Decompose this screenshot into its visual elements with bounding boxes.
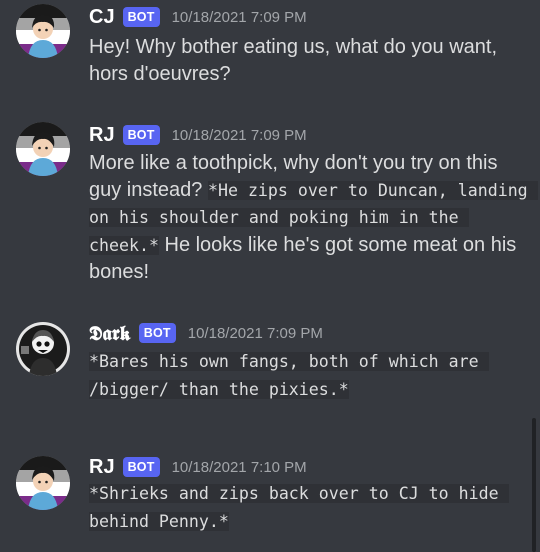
timestamp[interactable]: 10/18/2021 7:09 PM [172, 9, 307, 26]
inline-code: *Shrieks and zips back over to CJ to hid… [89, 484, 509, 531]
message-header: RJ BOT 10/18/2021 7:09 PM [89, 120, 307, 150]
avatar-rj[interactable] [16, 122, 70, 176]
inline-code: *Bares his own fangs, both of which are … [89, 352, 489, 399]
avatar-dark[interactable] [16, 322, 70, 376]
avatar-cj[interactable] [16, 4, 70, 58]
message-header: RJ BOT 10/18/2021 7:10 PM [89, 452, 307, 482]
avatar-rj[interactable] [16, 456, 70, 510]
message-text: Hey! Why bother eating us, what do you w… [89, 36, 503, 85]
username[interactable]: 𝕯𝖆𝖗𝖐 [89, 321, 131, 345]
timestamp[interactable]: 10/18/2021 7:09 PM [188, 325, 323, 342]
scrollbar[interactable] [532, 418, 536, 552]
message-header: CJ BOT 10/18/2021 7:09 PM [89, 2, 307, 32]
timestamp[interactable]: 10/18/2021 7:10 PM [172, 459, 307, 476]
message-content: More like a toothpick, why don't you try… [89, 150, 538, 286]
message-content: *Shrieks and zips back over to CJ to hid… [89, 480, 529, 535]
bot-badge: BOT [138, 323, 176, 343]
bot-badge: BOT [122, 7, 160, 27]
timestamp[interactable]: 10/18/2021 7:09 PM [172, 127, 307, 144]
bot-badge: BOT [122, 125, 160, 145]
bot-badge: BOT [122, 457, 160, 477]
username[interactable]: CJ [89, 6, 115, 29]
username[interactable]: RJ [89, 124, 115, 147]
message-content: Hey! Why bother eating us, what do you w… [89, 34, 529, 87]
username[interactable]: RJ [89, 456, 115, 479]
message-header: 𝕯𝖆𝖗𝖐 BOT 10/18/2021 7:09 PM [89, 318, 323, 348]
message-content: *Bares his own fangs, both of which are … [89, 348, 529, 403]
